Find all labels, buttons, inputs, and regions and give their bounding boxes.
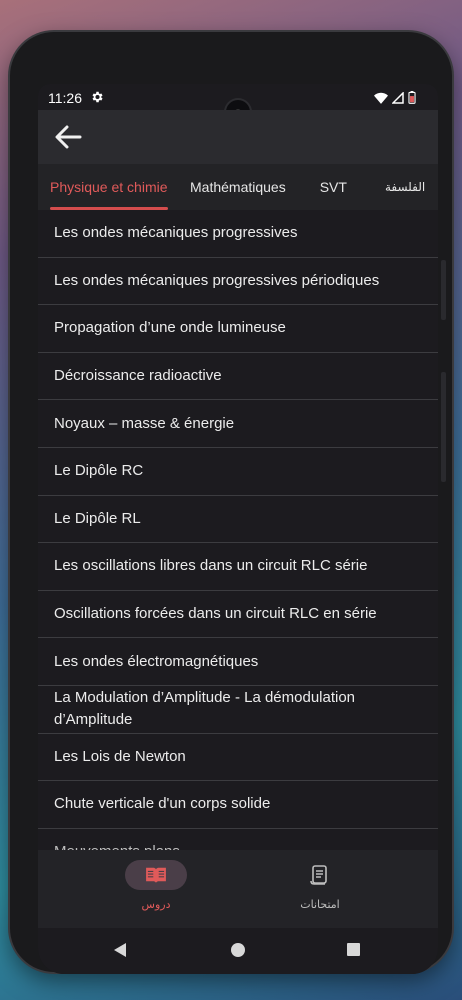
bottom-navigation: دروس امتحانات [38,850,438,928]
nav-lessons-pill [125,860,187,890]
arrow-left-icon[interactable] [52,122,84,152]
list-item[interactable]: Noyaux – masse & énergie [38,400,438,448]
lesson-title: Le Dipôle RL [54,509,141,527]
list-item[interactable]: Le Dipôle RC [38,448,438,496]
lesson-title: Oscillations forcées dans un circuit RLC… [54,605,377,623]
lesson-title: Les Lois de Newton [54,747,186,765]
phone-frame: 11:26 Physique et chimie Mathématiques S… [10,32,452,974]
book-icon [146,867,166,884]
subject-tabs: Physique et chimie Mathématiques SVT الف… [38,164,438,210]
signal-icon [392,91,404,104]
power-button [441,372,446,482]
lesson-title: Les ondes électromagnétiques [54,652,259,670]
nav-lessons-label: دروس [141,898,171,911]
scroll-icon [310,865,327,885]
nav-exams[interactable]: امتحانات [260,860,380,920]
list-item[interactable]: Les ondes mécaniques progressives [38,210,438,258]
nav-lessons[interactable]: دروس [96,860,216,920]
list-item[interactable]: Les ondes électromagnétiques [38,638,438,686]
app-screen: 11:26 Physique et chimie Mathématiques S… [38,84,438,974]
lessons-list: Les ondes mécaniques progressives Les on… [38,210,438,850]
list-item[interactable]: Propagation d’une onde lumineuse [38,305,438,353]
status-time: 11:26 [48,90,82,106]
lesson-title: La Modulation d’Amplitude - La démodulat… [54,689,356,729]
list-item[interactable]: Les ondes mécaniques progressives périod… [38,258,438,306]
list-item[interactable]: Mouvements plans [38,829,438,850]
list-item[interactable]: La Modulation d’Amplitude - La démodulat… [38,686,438,734]
tab-svt[interactable]: SVT [320,164,347,210]
tab-philosophie[interactable]: الفلسفة [385,164,425,210]
list-item[interactable]: Oscillations forcées dans un circuit RLC… [38,591,438,639]
lesson-title: Mouvements plans [54,841,180,850]
lesson-title: Le Dipôle RC [54,462,144,480]
list-item[interactable]: Les Lois de Newton [38,734,438,782]
list-item[interactable]: Les oscillations libres dans un circuit … [38,543,438,591]
lesson-title: Les oscillations libres dans un circuit … [54,557,368,575]
lesson-title: Les ondes mécaniques progressives périod… [54,271,380,289]
tab-physique-chimie[interactable]: Physique et chimie [50,164,168,210]
wifi-icon [374,92,388,104]
tab-label: الفلسفة [384,180,426,194]
system-navigation-bar [38,928,438,974]
lesson-title: Chute verticale d'un corps solide [54,795,271,813]
list-item[interactable]: Le Dipôle RL [38,496,438,544]
nav-exams-label: امتحانات [300,898,340,911]
battery-icon [408,91,416,104]
recents-square-icon[interactable] [346,942,361,957]
tab-mathematiques[interactable]: Mathématiques [190,164,286,210]
gear-icon [92,91,103,103]
tab-label: Mathématiques [190,179,286,195]
list-item[interactable]: Décroissance radioactive [38,353,438,401]
lesson-title: Noyaux – masse & énergie [54,414,235,432]
tab-label: Physique et chimie [50,179,168,195]
back-triangle-icon[interactable] [112,942,128,958]
tab-label: SVT [319,179,347,195]
list-item[interactable]: Chute verticale d'un corps solide [38,781,438,829]
lesson-title: Décroissance radioactive [54,367,222,385]
home-circle-icon[interactable] [230,942,246,958]
nav-exams-pill [289,860,351,890]
app-bar [38,110,438,164]
lesson-title: Les ondes mécaniques progressives [54,224,298,242]
lesson-title: Propagation d’une onde lumineuse [54,319,286,337]
status-icons [374,91,416,104]
volume-button [441,260,446,320]
